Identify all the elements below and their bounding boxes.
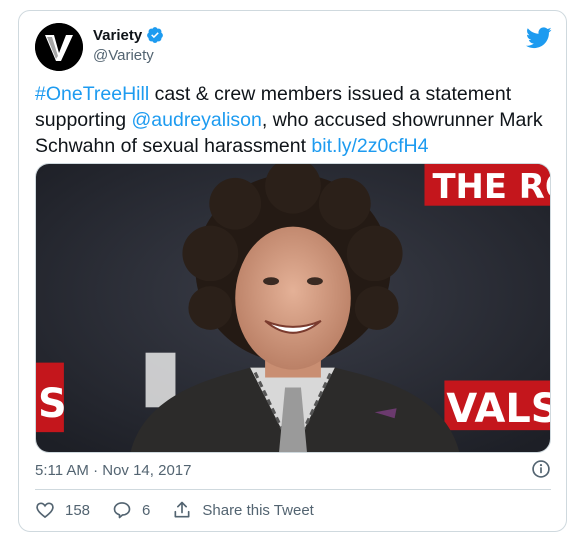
share-label: Share this Tweet bbox=[202, 501, 314, 519]
twitter-bird-icon[interactable] bbox=[526, 27, 552, 49]
reply-bubble-icon bbox=[113, 502, 131, 519]
tweet-text: #OneTreeHill cast & crew members issued … bbox=[35, 81, 555, 159]
timestamp[interactable]: 5:11 AM · Nov 14, 2017 bbox=[35, 462, 191, 479]
sign-text-bottom: VALS bbox=[446, 386, 550, 432]
tweet-photo[interactable]: THE RO VALS S bbox=[35, 163, 551, 453]
info-icon[interactable] bbox=[531, 459, 551, 479]
share-icon bbox=[174, 501, 190, 518]
mention-link[interactable]: @audreyalison bbox=[131, 109, 261, 131]
tweet-card[interactable]: Variety @Variety #OneTreeHill cast & cre… bbox=[18, 10, 567, 532]
action-bar: 158 6 Share this Tweet bbox=[35, 499, 336, 521]
variety-logo-icon bbox=[35, 23, 83, 71]
reply-button[interactable]: 6 bbox=[112, 500, 150, 520]
like-count: 158 bbox=[65, 501, 91, 519]
avatar[interactable] bbox=[35, 23, 83, 71]
author-name[interactable]: Variety bbox=[93, 27, 142, 44]
share-button[interactable]: Share this Tweet bbox=[172, 500, 314, 520]
divider bbox=[35, 489, 551, 490]
like-button[interactable]: 158 bbox=[35, 500, 90, 520]
sign-text-left: S bbox=[38, 381, 67, 427]
hashtag-link[interactable]: #OneTreeHill bbox=[35, 83, 149, 105]
verified-badge-icon bbox=[147, 27, 164, 43]
author-handle[interactable]: @Variety bbox=[93, 47, 154, 64]
sign-text-top: THE RO bbox=[432, 167, 550, 206]
reply-count: 6 bbox=[142, 501, 151, 519]
heart-icon bbox=[36, 502, 54, 519]
timestamp-row: 5:11 AM · Nov 14, 2017 bbox=[35, 459, 551, 481]
photo-image: THE RO VALS S bbox=[36, 164, 550, 452]
url-link[interactable]: bit.ly/2z0cfH4 bbox=[311, 135, 428, 157]
